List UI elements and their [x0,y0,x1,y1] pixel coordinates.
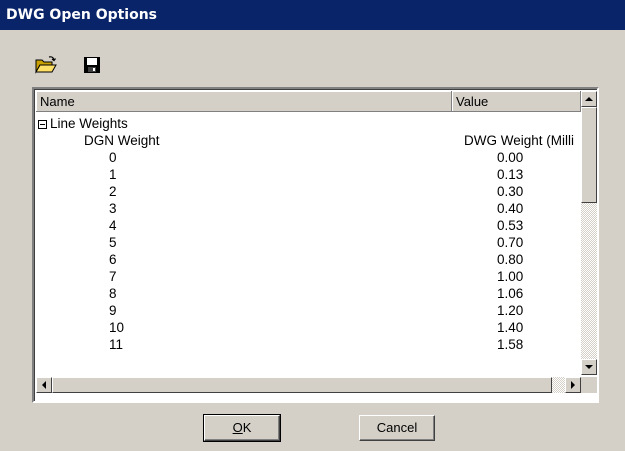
subheader-value: DWG Weight (Milli [464,133,575,148]
list-item[interactable]: 7 1.00 [38,268,579,285]
list-item[interactable]: 11 1.58 [38,336,579,353]
group-row-line-weights[interactable]: Line Weights [38,115,579,132]
list-item[interactable]: 5 0.70 [38,234,579,251]
list-item[interactable]: 6 0.80 [38,251,579,268]
save-button[interactable] [78,52,106,78]
list-item[interactable]: 10 1.40 [38,319,579,336]
dwg-open-options-dialog: DWG Open Options Name Value Line Weights [0,0,625,451]
dgn-weight: 11 [109,337,124,352]
column-header-value[interactable]: Value [452,91,581,112]
collapse-icon[interactable] [38,120,47,129]
vertical-scroll-thumb[interactable] [581,107,597,203]
dwg-weight-value[interactable]: 0.00 [497,149,579,166]
dwg-weight-value[interactable]: 0.53 [497,217,579,234]
dgn-weight: 1 [109,167,117,182]
dgn-weight: 4 [109,218,117,233]
list-rows: Line Weights DGN Weight DWG Weight (Mill… [38,115,579,375]
list-header: Name Value [36,91,581,113]
scrollbar-corner [581,377,597,393]
folder-open-icon [35,56,57,74]
arrow-left-icon [41,381,46,389]
dwg-weight-value[interactable]: 0.40 [497,200,579,217]
ok-label: K [242,420,252,435]
horizontal-scrollbar[interactable] [36,377,581,393]
floppy-disk-icon [84,57,100,73]
dwg-weight-value[interactable]: 0.30 [497,183,579,200]
scroll-right-button[interactable] [565,377,581,393]
scroll-up-button[interactable] [581,91,597,107]
dgn-weight: 0 [109,150,117,165]
list-item[interactable]: 1 0.13 [38,166,579,183]
list-item[interactable]: 0 0.00 [38,149,579,166]
list-item[interactable]: 3 0.40 [38,200,579,217]
list-item[interactable]: 4 0.53 [38,217,579,234]
ok-mnemonic: O [232,420,243,435]
subheader-row: DGN Weight DWG Weight (Milli [38,132,579,149]
dgn-weight: 10 [109,320,125,335]
arrow-right-icon [570,381,575,389]
list-item[interactable]: 2 0.30 [38,183,579,200]
dgn-weight: 6 [109,252,117,267]
horizontal-scroll-thumb[interactable] [52,377,552,393]
window-title: DWG Open Options [0,0,625,30]
dgn-weight: 3 [109,201,117,216]
dgn-weight: 9 [109,303,117,318]
dwg-weight-value[interactable]: 1.00 [497,268,579,285]
dgn-weight: 8 [109,286,117,301]
dwg-weight-value[interactable]: 0.13 [497,166,579,183]
dgn-weight: 2 [109,184,117,199]
dwg-weight-value[interactable]: 1.20 [497,302,579,319]
dgn-weight: 7 [109,269,117,284]
dwg-weight-value[interactable]: 1.06 [497,285,579,302]
dgn-weight: 5 [109,235,117,250]
dwg-weight-value[interactable]: 0.70 [497,234,579,251]
list-item[interactable]: 8 1.06 [38,285,579,302]
scroll-left-button[interactable] [36,377,52,393]
list-item[interactable]: 9 1.20 [38,302,579,319]
dwg-weight-value[interactable]: 0.80 [497,251,579,268]
column-header-name[interactable]: Name [36,91,452,112]
dwg-weight-value[interactable]: 1.58 [497,336,579,353]
dwg-weight-value[interactable]: 1.40 [497,319,579,336]
arrow-down-icon [585,364,593,369]
group-label: Line Weights [50,116,128,131]
vertical-scrollbar[interactable] [581,91,597,375]
ok-button[interactable]: OK [203,414,281,442]
subheader-name: DGN Weight [84,133,160,148]
line-weights-list[interactable]: Name Value Line Weights DGN Weight DWG W… [32,87,599,403]
cancel-button[interactable]: Cancel [359,415,435,441]
open-button[interactable] [32,52,60,78]
scroll-down-button[interactable] [581,359,597,375]
arrow-up-icon [585,96,593,101]
